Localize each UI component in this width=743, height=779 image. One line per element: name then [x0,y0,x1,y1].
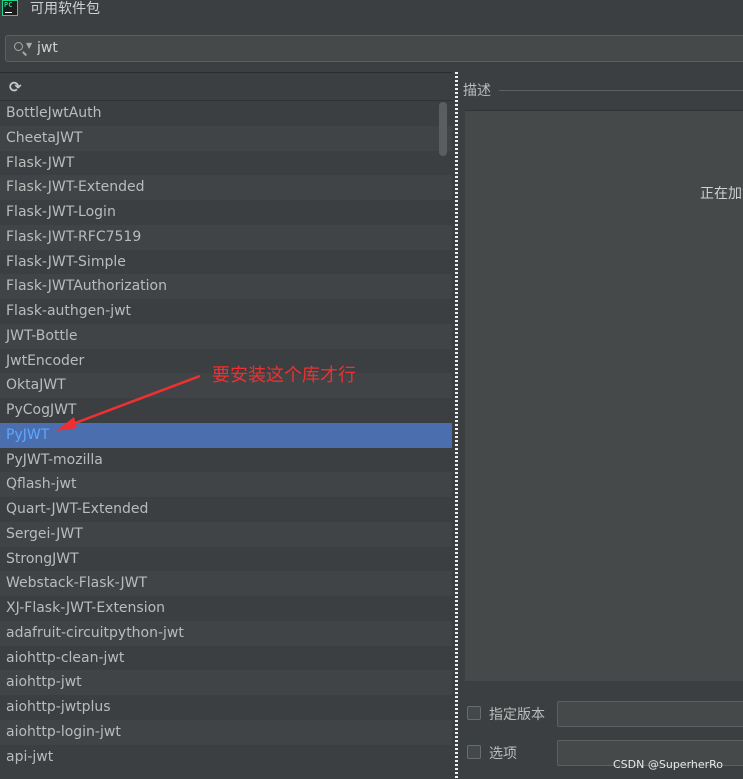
package-list-item[interactable]: Flask-JWT-Simple [0,249,452,275]
list-toolbar: ⟳ [0,73,452,101]
description-divider [499,90,743,91]
chevron-down-icon[interactable]: ▼ [26,41,32,50]
scrollbar-track[interactable] [437,101,449,779]
package-list-item[interactable]: aiohttp-clean-jwt [0,645,452,671]
options-checkbox[interactable] [467,745,481,759]
package-list-item[interactable]: BottleJwtAuth [0,101,452,126]
title-bar: PC 可用软件包 [0,0,743,24]
package-list-item[interactable]: PyJWT-mozilla [0,447,452,473]
annotation-text: 要安装这个库才行 [212,365,356,386]
package-list-item[interactable]: Flask-JWT-Extended [0,175,452,200]
search-input[interactable] [37,38,637,58]
package-list-item[interactable]: Flask-JWT [0,150,452,176]
window-title: 可用软件包 [30,1,100,17]
details-panel: 描述 正在加载 指定版本 选项 [461,72,743,778]
package-list-item[interactable]: aiohttp-login-jwt [0,719,452,745]
pycharm-logo-icon: PC [2,0,18,16]
package-list-item[interactable]: StrongJWT [0,546,452,572]
package-list-item[interactable]: adafruit-circuitpython-jwt [0,620,452,646]
panel-splitter[interactable] [452,72,461,778]
package-list-item[interactable]: Flask-JWT-RFC7519 [0,224,452,250]
package-list-item[interactable]: JWT-Bottle [0,323,452,349]
package-list-item[interactable]: api-jwt [0,744,452,770]
search-bar[interactable]: ▼ [5,35,743,62]
watermark: CSDN @SuperherRo [613,758,724,771]
options-label: 选项 [489,746,517,762]
package-list-item[interactable]: Sergei-JWT [0,521,452,547]
package-list-item[interactable]: CheetaJWT [0,125,452,151]
annotation-arrow-icon [56,374,201,431]
package-list-item[interactable]: aiohttp-jwt [0,670,452,695]
version-select[interactable] [557,701,743,727]
description-area: 正在加载 [465,110,743,681]
search-icon[interactable] [14,42,23,51]
package-list-item[interactable]: Quart-JWT-Extended [0,497,452,522]
package-list-item[interactable]: Webstack-Flask-JWT [0,571,452,596]
package-list-item[interactable]: XJ-Flask-JWT-Extension [0,596,452,621]
loading-text: 正在加载 [700,186,743,202]
refresh-icon[interactable]: ⟳ [9,79,25,95]
description-label: 描述 [463,83,491,99]
package-list-item[interactable]: Qflash-jwt [0,472,452,497]
package-list-item[interactable]: Flask-JWT-Login [0,200,452,225]
scrollbar-thumb[interactable] [439,102,447,156]
package-list-item[interactable]: aiohttp-jwtplus [0,695,452,720]
specify-version-label: 指定版本 [489,707,545,723]
specify-version-checkbox[interactable] [467,706,481,720]
package-list-item[interactable]: Flask-JWTAuthorization [0,274,452,299]
package-list-item[interactable]: Flask-authgen-jwt [0,299,452,324]
